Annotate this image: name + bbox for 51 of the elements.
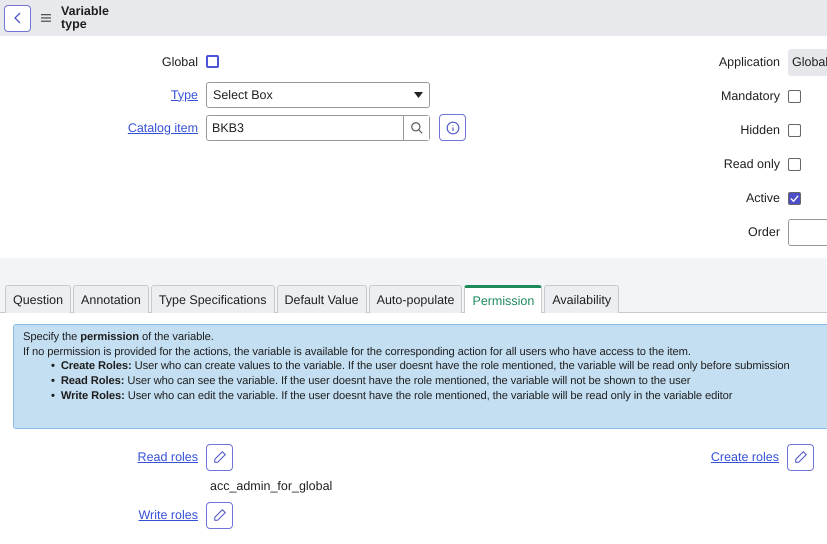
info-intro: Specify the permission of the variable. bbox=[23, 330, 215, 345]
field-label: Global bbox=[162, 54, 198, 68]
info-note: If no permission is provided for the actions, the variable is available for the corresponding action for all users who have access to the item. bbox=[23, 344, 692, 360]
bullet-marker: • bbox=[51, 374, 55, 389]
field-label: Application bbox=[718, 55, 781, 69]
dropdown-caret-icon bbox=[414, 92, 423, 98]
pencil-icon bbox=[794, 450, 808, 464]
roles-link[interactable]: Write roles bbox=[13, 508, 206, 522]
tab[interactable]: Auto-populate bbox=[368, 285, 462, 313]
role-value: acc_admin_for_global bbox=[210, 478, 332, 495]
pencil-icon bbox=[212, 508, 226, 522]
checkbox[interactable] bbox=[788, 124, 801, 136]
field-label: Hidden bbox=[739, 123, 781, 137]
info-bullet: Create Roles: User who can create values to the variable. If the user doesnt have the role mentioned, the variable will be read only before submission bbox=[60, 359, 790, 374]
field-label: Mandatory bbox=[720, 89, 781, 103]
bullet-marker: • bbox=[51, 388, 55, 404]
back-arrow-icon bbox=[12, 12, 24, 24]
pencil-icon bbox=[212, 450, 226, 464]
checkbox[interactable] bbox=[788, 90, 801, 102]
search-button[interactable] bbox=[403, 116, 429, 140]
tab[interactable]: Annotation bbox=[73, 285, 149, 313]
bullet-marker: • bbox=[51, 359, 55, 374]
checkbox[interactable] bbox=[788, 192, 801, 204]
info-button[interactable] bbox=[439, 114, 466, 141]
reference-field[interactable]: BKB3 bbox=[206, 114, 430, 140]
info-bullet: Write Roles: User who can edit the variable. If the user doesnt have the role mentioned, the variable will be read only in the variable editor bbox=[60, 388, 732, 404]
checkbox[interactable] bbox=[206, 55, 219, 68]
search-icon bbox=[410, 120, 424, 134]
back-button[interactable] bbox=[4, 4, 31, 32]
edit-button[interactable] bbox=[206, 444, 233, 470]
edit-button[interactable] bbox=[787, 444, 814, 470]
roles-link[interactable]: Read roles bbox=[13, 450, 206, 464]
field-link[interactable]: Catalog item bbox=[128, 120, 198, 134]
field-label: Active bbox=[744, 191, 781, 205]
info-bullet: Read Roles: User who can see the variable. If the user doesnt have the role mentioned, the variable will not be shown to the user bbox=[60, 374, 690, 389]
application-field: Global bbox=[788, 48, 827, 76]
tab[interactable]: Permission bbox=[464, 285, 542, 313]
field-label: Read only bbox=[722, 157, 781, 171]
field-label: Order bbox=[747, 225, 781, 239]
checkbox[interactable] bbox=[788, 158, 801, 170]
tab[interactable]: Default Value bbox=[276, 285, 367, 313]
tab[interactable]: Type Specifications bbox=[150, 285, 275, 313]
edit-button[interactable] bbox=[206, 502, 233, 528]
info-icon bbox=[446, 120, 460, 134]
tab[interactable]: Availability bbox=[544, 285, 620, 313]
menu-icon[interactable] bbox=[41, 14, 51, 22]
window-title: Variable type bbox=[61, 5, 110, 31]
tab[interactable]: Question bbox=[5, 285, 72, 313]
field-link[interactable]: Type bbox=[170, 88, 198, 102]
select-field[interactable]: Select Box bbox=[206, 82, 430, 108]
roles-link[interactable]: Create roles bbox=[667, 450, 787, 464]
